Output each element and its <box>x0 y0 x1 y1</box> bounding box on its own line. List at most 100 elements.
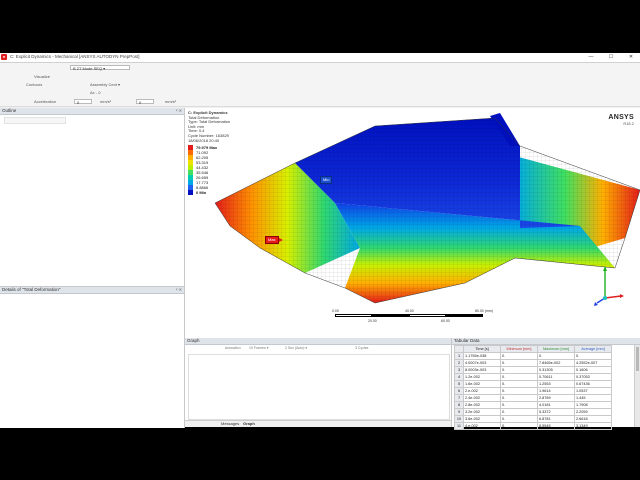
axis-label: Ax - 0 <box>90 90 101 95</box>
table-cell: 0. <box>500 380 538 388</box>
window-title: C: Explicit Dynamics - Mechanical [ANSYS… <box>10 54 140 59</box>
assembly-center-dropdown[interactable]: Assembly Cent ▾ <box>90 82 120 87</box>
row-number: 2 <box>454 359 464 367</box>
frames-dropdown[interactable]: 10 Frames ▾ <box>249 346 268 350</box>
close-button[interactable]: ✕ <box>624 53 638 62</box>
table-cell: 0.67436 <box>574 380 612 388</box>
table-cell: 0.70611 <box>537 373 575 381</box>
scrollbar-thumb[interactable] <box>636 347 639 371</box>
table-row[interactable]: 10 3.6e-002 0. 6.8781 2.6618 <box>454 415 612 423</box>
max-probe-label[interactable]: Max <box>265 236 283 244</box>
table-cell: 0. <box>500 415 538 423</box>
acceleration-x-unit[interactable]: mm/s² <box>100 99 111 104</box>
row-number: 9 <box>454 408 464 416</box>
table-row[interactable]: 4 1.2e-002 0. 0.70611 0.37053 <box>454 373 612 381</box>
table-cell: 1.0537 <box>574 387 612 395</box>
column-header[interactable]: Time [s] <box>463 345 501 353</box>
min-probe-label[interactable]: Min <box>320 176 333 184</box>
table-cell: 4.0181 <box>537 401 575 409</box>
tab-messages[interactable]: Messages <box>221 421 239 427</box>
table-cell: 3.1349 <box>574 422 612 430</box>
visualize-label[interactable]: Visualize <box>34 74 50 79</box>
table-row[interactable]: 6 2.e-002 0. 1.9614 1.0537 <box>454 387 612 395</box>
table-cell: 2.e-002 <box>463 387 501 395</box>
outline-title: Outline <box>2 108 17 113</box>
table-row[interactable]: 1 1.1755e-038 0. 0. 0. <box>454 352 612 360</box>
table-row[interactable]: 5 1.6e-002 0. 1.2553 0.67436 <box>454 380 612 388</box>
contours-label[interactable]: Contours <box>26 82 42 87</box>
table-cell: 1.445 <box>574 394 612 402</box>
table-cell: 0. <box>500 366 538 374</box>
table-body: 1 1.1755e-038 0. 0. 0. 2 4.0007e-003 0. 7.8465e-… <box>454 352 612 430</box>
column-header[interactable]: Maximum [mm] <box>537 345 575 353</box>
acceleration-x-input[interactable]: 0 <box>74 99 92 105</box>
minimize-button[interactable]: — <box>584 53 598 62</box>
row-number: 11 <box>454 422 464 430</box>
table-cell: 1.1755e-038 <box>463 352 501 360</box>
table-cell: 1.2e-002 <box>463 373 501 381</box>
ribbon-row-5: Acceleration 0 mm/s² 0 mm/s² <box>0 97 640 107</box>
graph-panel: Graph Animation 10 Frames ▾ 2 Sec (Auto)… <box>185 338 452 427</box>
table-cell: 7.8465e-002 <box>537 359 575 367</box>
table-row[interactable]: 9 3.2e-002 0. 5.3372 2.2059 <box>454 408 612 416</box>
table-cell: 0. <box>574 352 612 360</box>
table-cell: 0.31305 <box>537 366 575 374</box>
table-row[interactable]: 11 4.e-002 0. 8.5545 3.1349 <box>454 422 612 430</box>
pin-icon[interactable]: ᵖ ✕ <box>176 108 182 114</box>
legend-swatch <box>188 190 193 195</box>
animation-label[interactable]: Animation <box>225 346 241 350</box>
acceleration-y-input[interactable]: 0 <box>136 99 154 105</box>
row-number: 4 <box>454 373 464 381</box>
scale-segment <box>446 314 483 317</box>
graph-plot-area[interactable] <box>188 354 450 420</box>
acceleration-label: Acceleration <box>34 99 57 104</box>
table-cell: 2.6618 <box>574 415 612 423</box>
row-number: 10 <box>454 415 464 423</box>
table-row[interactable]: 7 2.4e-002 0. 2.8789 1.445 <box>454 394 612 402</box>
table-cell: 5.3372 <box>537 408 575 416</box>
ansys-app-icon: ● <box>1 54 7 60</box>
table-cell: 0. <box>500 408 538 416</box>
table-row[interactable]: 2 4.0007e-003 0. 7.8465e-002 4.2552e-007 <box>454 359 612 367</box>
table-cell: 3.6e-002 <box>463 415 501 423</box>
column-header[interactable] <box>454 345 464 353</box>
table-cell: 0. <box>500 373 538 381</box>
graphics-viewport[interactable]: C: Explicit Dynamics Total Deformation T… <box>185 108 640 339</box>
scale-segment <box>409 314 446 317</box>
mode-dropdown[interactable]: B 2T Mode SEQ ▾ <box>70 65 130 71</box>
table-cell: 1.6e-002 <box>463 380 501 388</box>
table-cell: 2.4e-002 <box>463 394 501 402</box>
table-cell: 0. <box>500 401 538 409</box>
bottom-tabs: Messages Graph <box>185 420 451 427</box>
table-cell: 2.2059 <box>574 408 612 416</box>
scale-label: 0.00 <box>332 309 339 313</box>
table-cell: 1.2553 <box>537 380 575 388</box>
scale-label: 40.00 <box>405 309 414 313</box>
axis-triad-icon[interactable] <box>585 258 625 308</box>
table-scrollbar[interactable] <box>634 345 640 427</box>
row-number: 7 <box>454 394 464 402</box>
acceleration-y-unit[interactable]: mm/s² <box>165 99 176 104</box>
table-cell: 6.8781 <box>537 415 575 423</box>
table-cell: 3.2e-002 <box>463 408 501 416</box>
table-header-row: Time [s] Minimum [mm] Maximum [mm] Average … <box>454 345 612 353</box>
table-cell: 4.e-002 <box>463 422 501 430</box>
column-header[interactable]: Minimum [mm] <box>500 345 538 353</box>
table-cell: 1.9614 <box>537 387 575 395</box>
tabular-title: Tabular Data <box>454 338 480 343</box>
row-number: 3 <box>454 366 464 374</box>
row-number: 8 <box>454 401 464 409</box>
cycles-label[interactable]: 3 Cycles <box>355 346 368 350</box>
table-row[interactable]: 3 8.0003e-003 0. 0.31305 0.1606 <box>454 366 612 374</box>
table-row[interactable]: 8 2.8e-002 0. 4.0181 1.7908 <box>454 401 612 409</box>
tabular-data-table[interactable]: Time [s] Minimum [mm] Maximum [mm] Average … <box>454 345 612 430</box>
duration-dropdown[interactable]: 2 Sec (Auto) ▾ <box>285 346 307 350</box>
pin-icon[interactable]: ᵖ ✕ <box>176 287 182 293</box>
outline-filter-bar[interactable] <box>4 117 66 124</box>
scale-label: 80.00 (mm) <box>475 309 493 313</box>
column-header[interactable]: Average [mm] <box>574 345 612 353</box>
deformed-plate-contour[interactable] <box>185 108 640 339</box>
graph-title: Graph <box>187 338 200 343</box>
tab-graph[interactable]: Graph <box>243 421 255 427</box>
maximize-button[interactable]: ☐ <box>604 53 618 62</box>
